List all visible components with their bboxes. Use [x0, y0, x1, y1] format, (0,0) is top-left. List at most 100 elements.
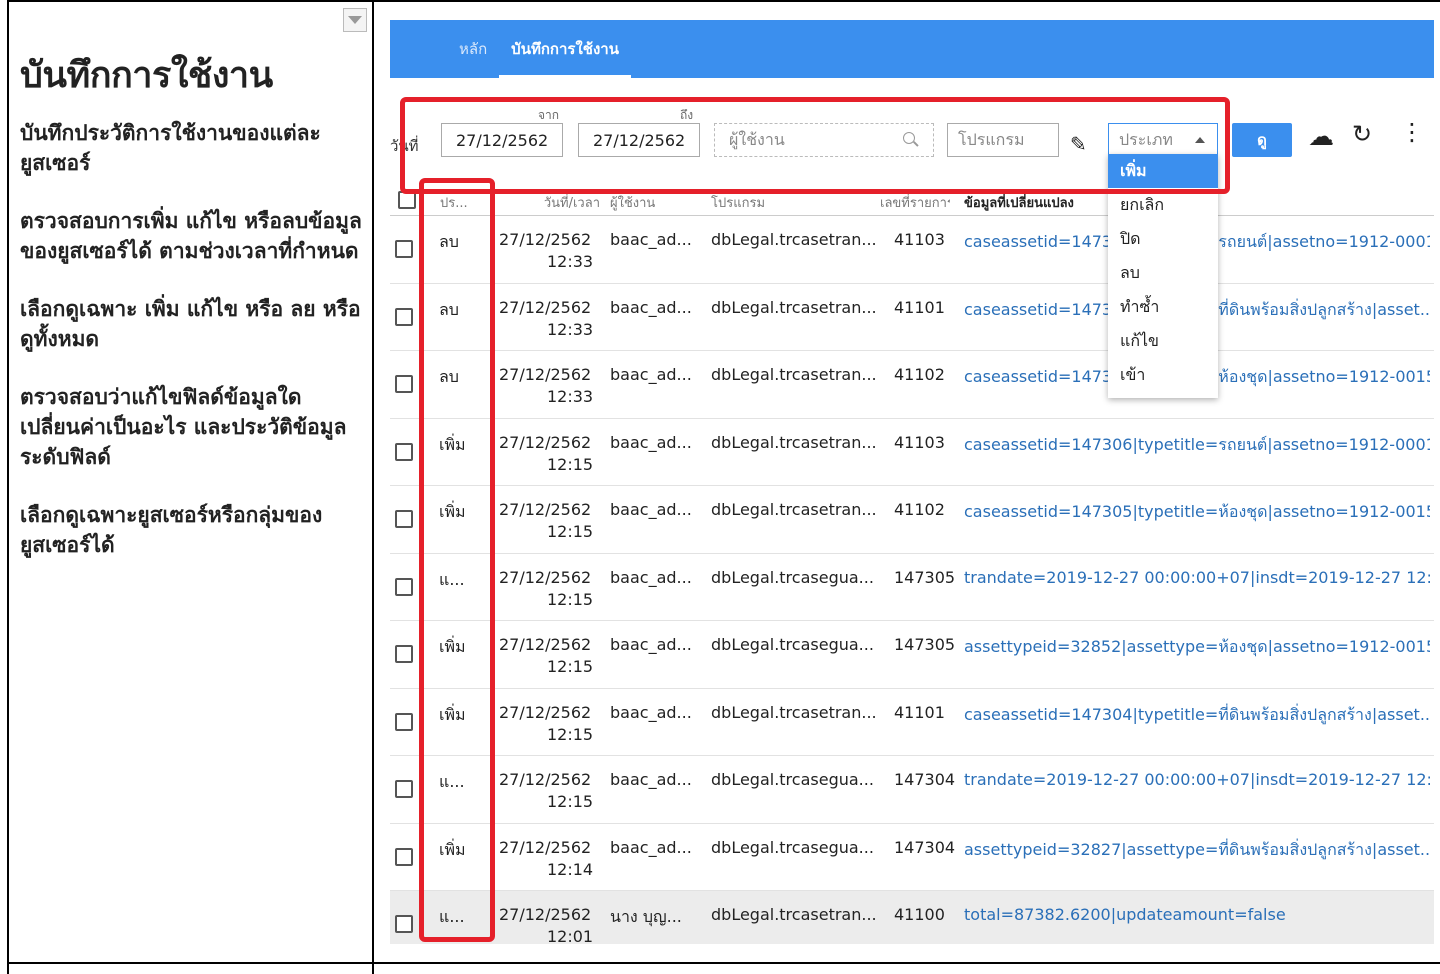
row-program: dbLegal.trcasetran... — [711, 230, 876, 249]
row-user: baac_ad... — [610, 432, 692, 452]
row-program: dbLegal.trcasetran... — [711, 702, 876, 722]
col-ref[interactable]: เลขที่รายการ — [880, 192, 950, 213]
row-checkbox[interactable] — [395, 375, 413, 393]
row-checkbox[interactable] — [395, 712, 413, 731]
type-option[interactable]: ทำซ้ำ — [1108, 290, 1218, 324]
row-type: ลบ — [439, 367, 459, 386]
tab-home[interactable]: หลัก — [447, 20, 499, 78]
table-row[interactable]: เพิ่ม 27/12/2562 12:15 baac_ad... dbLegal.tr… — [390, 419, 1434, 486]
row-time: 12:15 — [547, 657, 594, 676]
row-changes[interactable]: trandate=2019-12-27 00:00:00+07|insdt=20… — [964, 770, 1430, 789]
type-option[interactable]: ยกเลิก — [1108, 188, 1218, 222]
date-from-input[interactable]: 27/12/2562 — [441, 123, 563, 157]
row-time: 12:15 — [547, 589, 594, 609]
program-input[interactable]: โปรแกรม — [947, 123, 1059, 157]
row-type: ลบ — [439, 299, 459, 319]
filter-bar: วันที่ จาก ถึง 27/12/2562 27/12/2562 ผู้… — [390, 100, 1434, 200]
row-program: dbLegal.trcasegua... — [711, 837, 874, 857]
type-option[interactable]: เพิ่ม — [1108, 154, 1218, 188]
row-program: dbLegal.trcasetran... — [711, 297, 876, 317]
type-dropdown: เพิ่ม ยกเลิก ปิด ลบ ทำซ้ำ แก้ไข เข้า — [1108, 154, 1218, 398]
row-date: 27/12/2562 — [499, 702, 592, 722]
row-checkbox[interactable] — [395, 307, 413, 326]
row-checkbox[interactable] — [395, 240, 413, 258]
row-time: 12:14 — [547, 859, 594, 879]
row-ref: 41102 — [894, 500, 945, 519]
type-select[interactable]: ประเภท — [1108, 123, 1218, 157]
row-user: baac_ad... — [610, 837, 692, 857]
row-ref: 41100 — [894, 905, 945, 924]
table-row[interactable]: แ... 27/12/2562 12:15 baac_ad... dbLegal.trc… — [390, 756, 1434, 824]
row-checkbox[interactable] — [395, 645, 413, 663]
table-row[interactable]: แ... 27/12/2562 12:01 นาง บุญ... dbLegal.trc… — [390, 891, 1434, 944]
refresh-icon[interactable]: ↻ — [1352, 120, 1372, 148]
type-option[interactable]: แก้ไข — [1108, 324, 1218, 358]
row-changes[interactable]: assettypeid=32852|assettype=ห้องชุด|asse… — [964, 635, 1430, 660]
description-paragraph: เลือกดูเฉพาะยูสเซอร์หรือกลุ่มของยูสเซอร์… — [20, 503, 323, 557]
table-row[interactable]: แ... 27/12/2562 12:15 baac_ad... dbLegal.trc… — [390, 554, 1434, 621]
row-date: 27/12/2562 — [499, 635, 592, 654]
row-date: 27/12/2562 — [499, 837, 592, 857]
row-time: 12:01 — [547, 927, 594, 944]
user-search-input[interactable]: ผู้ใช้งาน — [714, 123, 934, 157]
row-changes[interactable]: caseassetid=147305|typetitle=ห้องชุด|ass… — [964, 500, 1430, 525]
row-time: 12:15 — [547, 792, 594, 811]
row-program: dbLegal.trcasetran... — [711, 365, 876, 384]
row-type: เพิ่ม — [439, 637, 466, 656]
table-row[interactable]: เพิ่ม 27/12/2562 12:15 baac_ad... dbLegal.tr… — [390, 621, 1434, 689]
description-paragraph: ตรวจสอบการเพิ่ม แก้ไข หรือลบข้อมูลของยูส… — [20, 209, 362, 263]
table-row[interactable]: เพิ่ม 27/12/2562 12:15 baac_ad... dbLegal.tr… — [390, 486, 1434, 554]
pencil-icon[interactable]: ✎ — [1070, 132, 1092, 156]
row-changes[interactable]: assettypeid=32827|assettype=ที่ดินพร้อมส… — [964, 838, 1430, 863]
row-checkbox[interactable] — [395, 577, 413, 596]
row-type: เพิ่ม — [439, 434, 466, 454]
table-row[interactable]: ลบ 27/12/2562 12:33 baac_ad... dbLegal.trcas… — [390, 284, 1434, 351]
date-to-input[interactable]: 27/12/2562 — [578, 123, 700, 157]
row-checkbox[interactable] — [395, 847, 413, 866]
row-ref: 147305 — [894, 567, 956, 587]
row-program: dbLegal.trcasetran... — [711, 905, 876, 924]
type-option[interactable]: เข้า — [1108, 358, 1218, 392]
more-vert-icon[interactable]: ⋮ — [1400, 118, 1424, 146]
row-time: 12:15 — [547, 454, 594, 474]
col-type[interactable]: ปร... — [440, 192, 480, 213]
description-paragraph: บันทึกประวัติการใช้งานของแต่ละยูสเซอร์ — [20, 121, 321, 175]
row-type: แ... — [439, 907, 465, 926]
row-ref: 41102 — [894, 365, 945, 384]
row-type: แ... — [439, 569, 465, 589]
row-changes[interactable]: caseassetid=147304|typetitle=ที่ดินพร้อม… — [964, 703, 1430, 728]
row-user: baac_ad... — [610, 365, 692, 384]
type-option[interactable]: ลบ — [1108, 256, 1218, 290]
panel-divider — [372, 0, 374, 974]
table-body: ลบ 27/12/2562 12:33 baac_ad... dbLegal.trcas… — [390, 216, 1434, 944]
row-checkbox[interactable] — [395, 915, 413, 933]
row-checkbox[interactable] — [395, 442, 413, 461]
row-changes[interactable]: total=87382.6200|updateamount=false — [964, 905, 1430, 924]
row-changes[interactable]: trandate=2019-12-27 00:00:00+07|insdt=20… — [964, 568, 1430, 587]
table-row[interactable]: เพิ่ม 27/12/2562 12:15 baac_ad... dbLegal.tr… — [390, 689, 1434, 756]
tab-usage-log[interactable]: บันทึกการใช้งาน — [499, 20, 631, 78]
row-changes[interactable]: caseassetid=147306|typetitle=รถยนต์|asse… — [964, 433, 1430, 458]
row-checkbox[interactable] — [395, 510, 413, 528]
description-paragraph: เลือกดูเฉพาะ เพิ่ม แก้ไข หรือ ลย หรือ ดู… — [20, 297, 361, 351]
table-row[interactable]: ลบ 27/12/2562 12:33 baac_ad... dbLegal.trcas… — [390, 216, 1434, 284]
row-checkbox[interactable] — [395, 780, 413, 798]
select-all-checkbox[interactable] — [398, 191, 416, 209]
col-program[interactable]: โปรแกรม — [711, 192, 861, 213]
table-row[interactable]: เพิ่ม 27/12/2562 12:14 baac_ad... dbLegal.tr… — [390, 824, 1434, 891]
row-program: dbLegal.trcasegua... — [711, 567, 874, 587]
type-placeholder: ประเภท — [1119, 129, 1173, 149]
col-user[interactable]: ผู้ใช้งาน — [610, 192, 690, 213]
collapse-button[interactable] — [343, 8, 367, 32]
col-datetime[interactable]: วันที่/เวลา — [530, 192, 600, 213]
row-date: 27/12/2562 — [499, 365, 592, 384]
type-option[interactable]: ปิด — [1108, 222, 1218, 256]
chevron-down-icon — [348, 16, 362, 24]
row-date: 27/12/2562 — [499, 500, 592, 519]
table-row[interactable]: ลบ 27/12/2562 12:33 baac_ad... dbLegal.trcas… — [390, 351, 1434, 419]
caret-up-icon — [1195, 137, 1205, 143]
row-user: baac_ad... — [610, 567, 692, 587]
search-icon[interactable] — [903, 132, 919, 148]
cloud-download-icon[interactable]: ☁ — [1308, 122, 1334, 152]
view-button[interactable]: ดู — [1232, 123, 1292, 157]
